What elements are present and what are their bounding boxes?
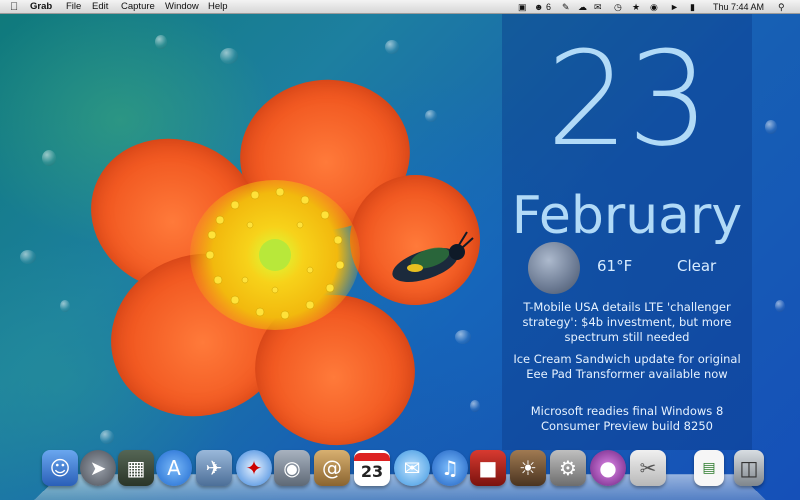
news-item[interactable]: T-Mobile USA details LTE 'challenger str… [502,300,752,345]
menu-window[interactable]: Window [165,1,199,13]
bluetooth-icon[interactable]: ★ [632,1,640,13]
evernote-icon[interactable]: ✎ [562,1,570,13]
widget-month: February [511,186,743,246]
cloud-icon[interactable]: ☁ [578,1,587,13]
widget-day: 23 [546,23,709,175]
weather-condition: Clear [677,257,717,275]
wifi-icon[interactable]: ◉ [650,1,658,13]
compass-icon[interactable]: ✦ [236,450,272,486]
chat-icon[interactable]: ✉ [594,1,602,13]
apple-menu-icon[interactable]:  [10,1,18,13]
flower-image [69,68,500,458]
weather-temperature: 61°F [597,257,633,275]
iphoto-icon[interactable]: ☀ [510,450,546,486]
rocket-icon[interactable]: ➤ [80,450,116,486]
menu-edit[interactable]: Edit [92,1,108,13]
document-icon[interactable]: ▤ [694,450,724,486]
moon-icon [528,242,580,294]
status-badge[interactable]: 6 [546,1,551,13]
time-machine-icon[interactable]: ◷ [614,1,622,13]
menu-help[interactable]: Help [208,1,228,13]
menu-bar:  Grab File Edit Capture Window Help ▣ ☻… [0,0,800,14]
orb-icon[interactable]: ● [590,450,626,486]
battery-icon[interactable]: ▮ [690,1,695,13]
trash-icon[interactable]: ◫ [734,450,764,486]
speech-bubbles-icon[interactable]: ✉ [394,450,430,486]
app-menu-grab[interactable]: Grab [30,1,52,13]
menu-file[interactable]: File [66,1,81,13]
calendar-day-label: 23 [360,462,384,481]
finder-icon[interactable]: ☺ [42,450,78,486]
menu-clock[interactable]: Thu 7:44 AM [713,1,764,13]
address-book-icon[interactable]: @ [314,450,350,486]
photo-booth-icon[interactable]: ■ [470,450,506,486]
water-drop [155,35,167,49]
water-drop [220,48,238,64]
video-camera-icon[interactable]: ◉ [274,450,310,486]
water-drop [60,300,70,312]
news-item[interactable]: Microsoft readies final Windows 8 Consum… [502,404,752,434]
spotlight-search-icon[interactable]: ⚲ [778,1,785,13]
mission-control-icon[interactable]: ▦ [118,450,154,486]
water-drop [775,300,785,312]
volume-icon[interactable]: ► [670,1,679,13]
music-note-icon[interactable]: ♫ [432,450,468,486]
eagle-stamp-icon[interactable]: ✈ [196,450,232,486]
calendar-icon[interactable]: 23 [354,450,390,486]
date-weather-news-widget: 23 February 61°F Clear T-Mobile USA deta… [502,14,752,450]
water-drop [20,250,36,264]
person-icon[interactable]: ☻ [534,1,543,13]
camera-icon[interactable]: ▣ [518,1,527,13]
water-drop [765,120,777,134]
bee-image [392,231,474,282]
water-drop [385,40,399,54]
scissors-icon[interactable]: ✂ [630,450,666,486]
gear-icon[interactable]: ⚙ [550,450,586,486]
menu-capture[interactable]: Capture [121,1,155,13]
app-store-icon[interactable]: A [156,450,192,486]
news-item[interactable]: Ice Cream Sandwich update for original E… [502,352,752,382]
water-drop [42,150,56,166]
stamen-dots [205,187,345,320]
